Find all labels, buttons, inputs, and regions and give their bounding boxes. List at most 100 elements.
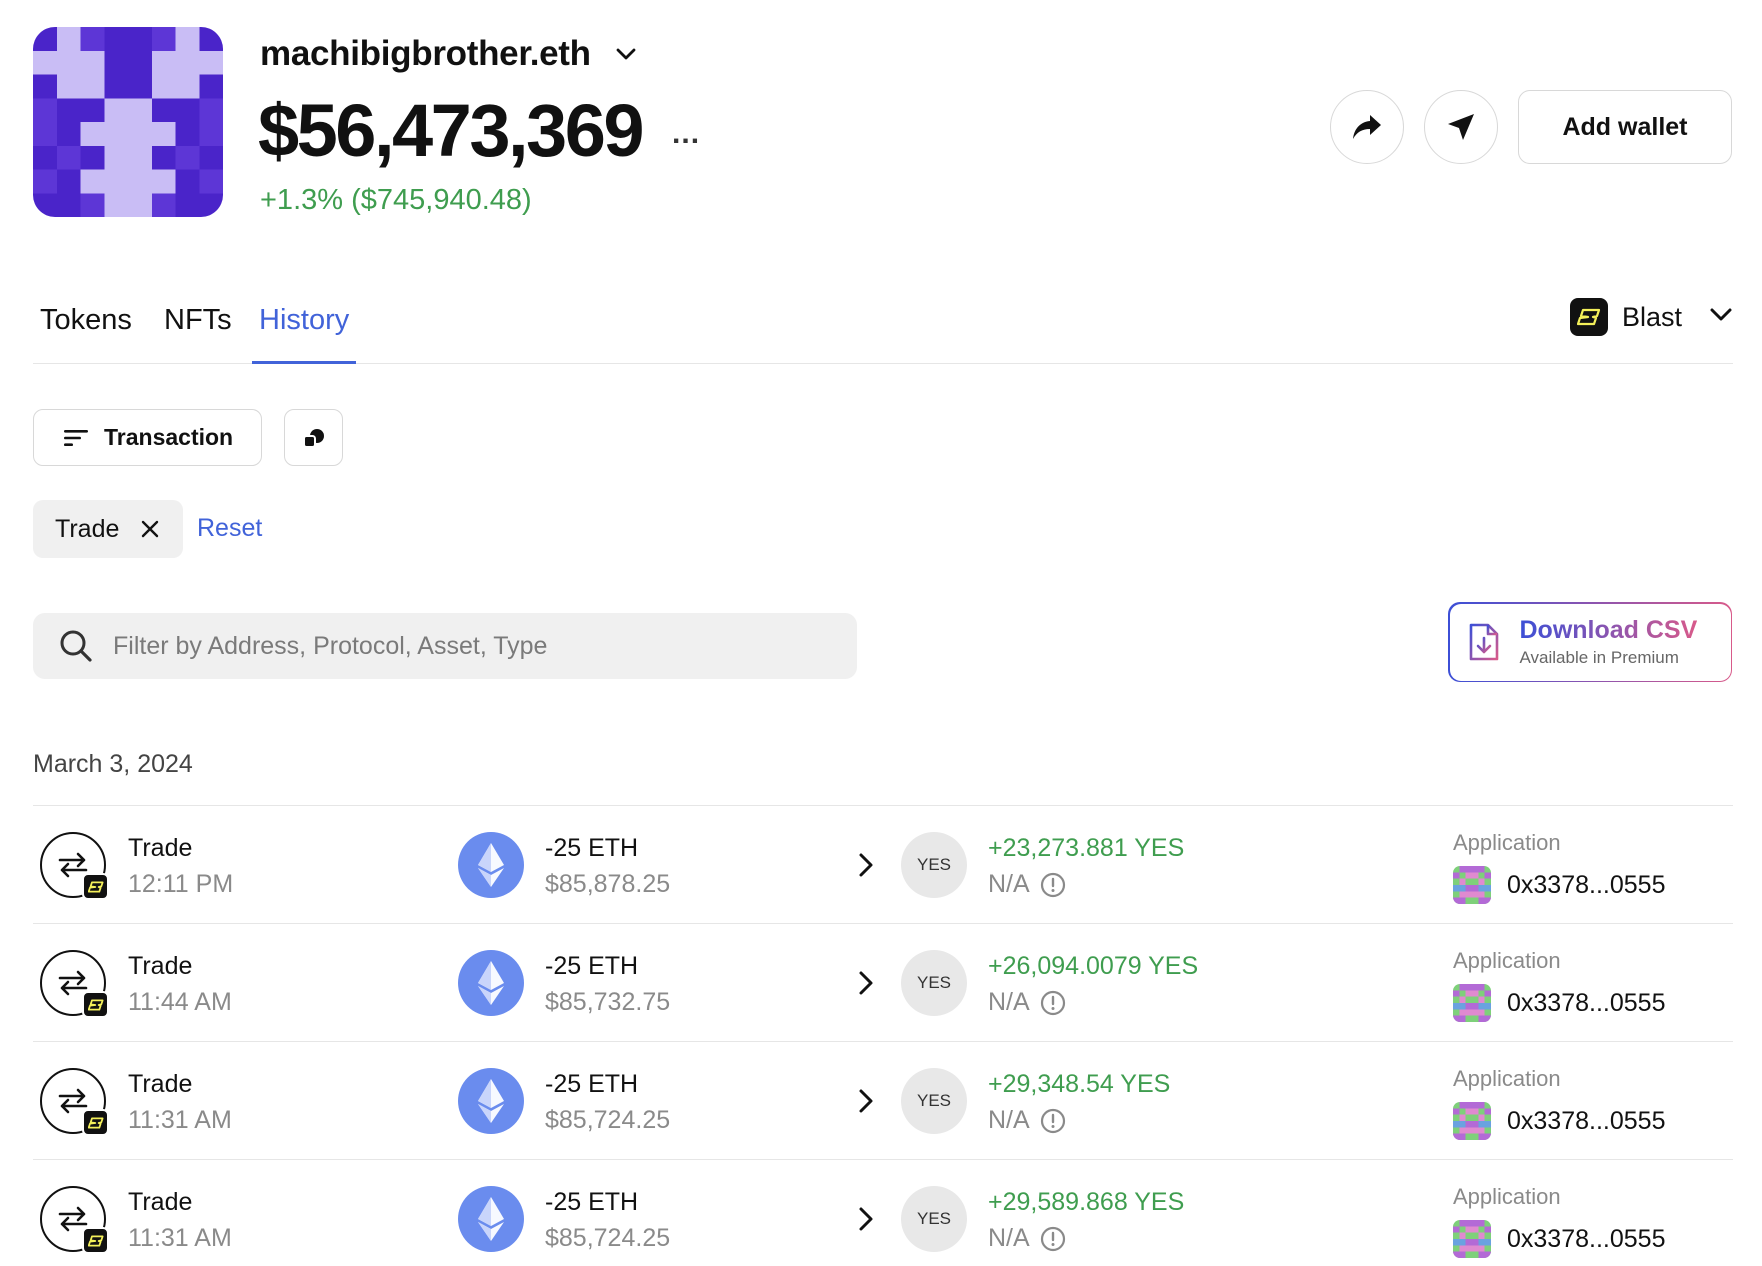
blast-badge-icon bbox=[82, 1109, 109, 1136]
shapes-icon bbox=[302, 428, 324, 448]
yes-token-icon: YES bbox=[901, 950, 967, 1016]
table-row[interactable]: Trade 12:11 PM -25 ETH $85,878.25 YES +2… bbox=[33, 806, 1733, 924]
tx-in-amount: +23,273.881 YES bbox=[988, 834, 1185, 862]
tx-type: Trade bbox=[128, 1070, 193, 1098]
csv-text: Download CSV Available in Premium bbox=[1520, 616, 1698, 668]
transaction-filter-label: Transaction bbox=[104, 424, 234, 450]
tx-app-label: Application bbox=[1453, 1066, 1561, 1091]
filter-lines-icon bbox=[64, 429, 88, 446]
chevron-right-icon bbox=[853, 966, 879, 1000]
tx-app-label: Application bbox=[1453, 830, 1561, 855]
tab-nfts[interactable]: NFTs bbox=[157, 300, 239, 364]
tx-type: Trade bbox=[128, 952, 193, 980]
yes-token-icon: YES bbox=[901, 832, 967, 898]
eth-token-icon bbox=[458, 832, 524, 898]
tx-in-amount: +29,348.54 YES bbox=[988, 1070, 1171, 1098]
close-icon[interactable] bbox=[139, 518, 161, 540]
tx-app-address: 0x3378...0555 bbox=[1507, 988, 1666, 1017]
tab-history[interactable]: History bbox=[252, 300, 357, 364]
csv-subtitle: Available in Premium bbox=[1519, 648, 1679, 667]
tab-tokens[interactable]: Tokens bbox=[33, 300, 139, 364]
network-selector[interactable]: Blast bbox=[1569, 298, 1732, 336]
tx-app-link[interactable]: 0x3378...0555 bbox=[1453, 984, 1665, 1022]
filter-chip-label: Trade bbox=[55, 514, 120, 543]
tx-app-link[interactable]: 0x3378...0555 bbox=[1453, 1220, 1665, 1258]
table-row[interactable]: Trade 11:31 AM -25 ETH $85,724.25 YES +2… bbox=[33, 1042, 1733, 1160]
tx-out-amount: -25 ETH bbox=[545, 1070, 639, 1098]
tx-type: Trade bbox=[128, 834, 193, 862]
more-options-button[interactable]: ... bbox=[672, 117, 700, 151]
transaction-list: Trade 12:11 PM -25 ETH $85,878.25 YES +2… bbox=[33, 805, 1733, 1266]
download-csv-button[interactable]: Download CSV Available in Premium bbox=[1448, 602, 1732, 682]
tx-time: 11:31 AM bbox=[128, 1106, 232, 1134]
chevron-right-icon bbox=[853, 848, 879, 882]
spam-filter-button[interactable] bbox=[284, 409, 343, 466]
blast-logo-icon bbox=[1569, 298, 1608, 336]
search-input[interactable] bbox=[113, 631, 813, 661]
balance-row: $56,473,369 ... bbox=[258, 88, 700, 173]
app-avatar-icon bbox=[1453, 984, 1491, 1022]
info-icon[interactable] bbox=[1040, 872, 1066, 898]
tx-app-label: Application bbox=[1453, 948, 1561, 973]
ens-row: machibigbrother.eth bbox=[260, 34, 639, 74]
table-row[interactable]: Trade 11:44 AM -25 ETH $85,732.75 YES +2… bbox=[33, 924, 1733, 1042]
app-avatar-icon bbox=[1453, 1220, 1491, 1258]
portfolio-page: machibigbrother.eth $56,473,369 ... +1.3… bbox=[0, 0, 1762, 1266]
tx-type: Trade bbox=[128, 1188, 193, 1216]
app-avatar-icon bbox=[1453, 866, 1491, 904]
network-label: Blast bbox=[1621, 301, 1682, 332]
chevron-right-icon bbox=[853, 1084, 879, 1118]
tx-in-usd: N/A bbox=[988, 1224, 1030, 1252]
info-icon[interactable] bbox=[1040, 1108, 1066, 1134]
tx-out-usd: $85,724.25 bbox=[545, 1106, 671, 1134]
tx-out-usd: $85,732.75 bbox=[545, 988, 671, 1016]
share-button[interactable] bbox=[1330, 90, 1404, 164]
tx-out-amount: -25 ETH bbox=[545, 952, 639, 980]
share-arrow-icon bbox=[1353, 115, 1381, 139]
total-balance: $56,473,369 bbox=[258, 89, 645, 172]
tx-in-usd-row: N/A bbox=[988, 1224, 1066, 1253]
filter-chip-trade: Trade bbox=[33, 500, 183, 558]
tx-out-amount: -25 ETH bbox=[545, 1188, 639, 1216]
blast-badge-icon bbox=[82, 1227, 109, 1254]
tx-in-usd: N/A bbox=[988, 870, 1030, 898]
add-wallet-button[interactable]: Add wallet bbox=[1518, 90, 1732, 164]
eth-token-icon bbox=[458, 1186, 524, 1252]
tx-app-link[interactable]: 0x3378...0555 bbox=[1453, 1102, 1665, 1140]
chevron-right-icon bbox=[853, 1202, 879, 1236]
download-csv-inner: Download CSV Available in Premium bbox=[1449, 603, 1731, 681]
send-button[interactable] bbox=[1424, 90, 1498, 164]
app-avatar-icon bbox=[1453, 1102, 1491, 1140]
tx-time: 12:11 PM bbox=[128, 870, 234, 898]
tx-app-link[interactable]: 0x3378...0555 bbox=[1453, 866, 1665, 904]
tx-app-address: 0x3378...0555 bbox=[1507, 870, 1666, 899]
eth-token-icon bbox=[458, 950, 524, 1016]
table-row[interactable]: Trade 11:31 AM -25 ETH $85,724.25 YES +2… bbox=[33, 1160, 1733, 1266]
tx-out-usd: $85,878.25 bbox=[545, 870, 671, 898]
tx-app-label: Application bbox=[1453, 1184, 1561, 1209]
tx-out-amount: -25 ETH bbox=[545, 834, 639, 862]
tx-in-usd-row: N/A bbox=[988, 988, 1066, 1017]
search-bar bbox=[33, 613, 857, 679]
search-icon bbox=[60, 630, 92, 662]
info-icon[interactable] bbox=[1040, 1226, 1066, 1252]
balance-change: +1.3% ($745,940.48) bbox=[260, 184, 532, 216]
reset-filters-link[interactable]: Reset bbox=[197, 514, 262, 543]
blast-badge-icon bbox=[82, 991, 109, 1018]
send-icon bbox=[1448, 114, 1474, 140]
ens-name: machibigbrother.eth bbox=[260, 34, 591, 73]
tx-out-usd: $85,724.25 bbox=[545, 1224, 671, 1252]
info-icon[interactable] bbox=[1040, 990, 1066, 1016]
blast-badge-icon bbox=[82, 873, 109, 900]
download-file-icon bbox=[1469, 623, 1498, 661]
chevron-down-icon[interactable] bbox=[613, 41, 639, 67]
yes-token-icon: YES bbox=[901, 1068, 967, 1134]
yes-token-icon: YES bbox=[901, 1186, 967, 1252]
history-date: March 3, 2024 bbox=[33, 750, 193, 778]
pixel-avatar-icon bbox=[33, 27, 223, 217]
tx-time: 11:31 AM bbox=[128, 1224, 232, 1252]
transaction-filter-button[interactable]: Transaction bbox=[33, 409, 262, 466]
tx-app-address: 0x3378...0555 bbox=[1507, 1224, 1666, 1253]
profile-avatar bbox=[33, 27, 223, 217]
csv-title: Download CSV bbox=[1519, 616, 1698, 644]
